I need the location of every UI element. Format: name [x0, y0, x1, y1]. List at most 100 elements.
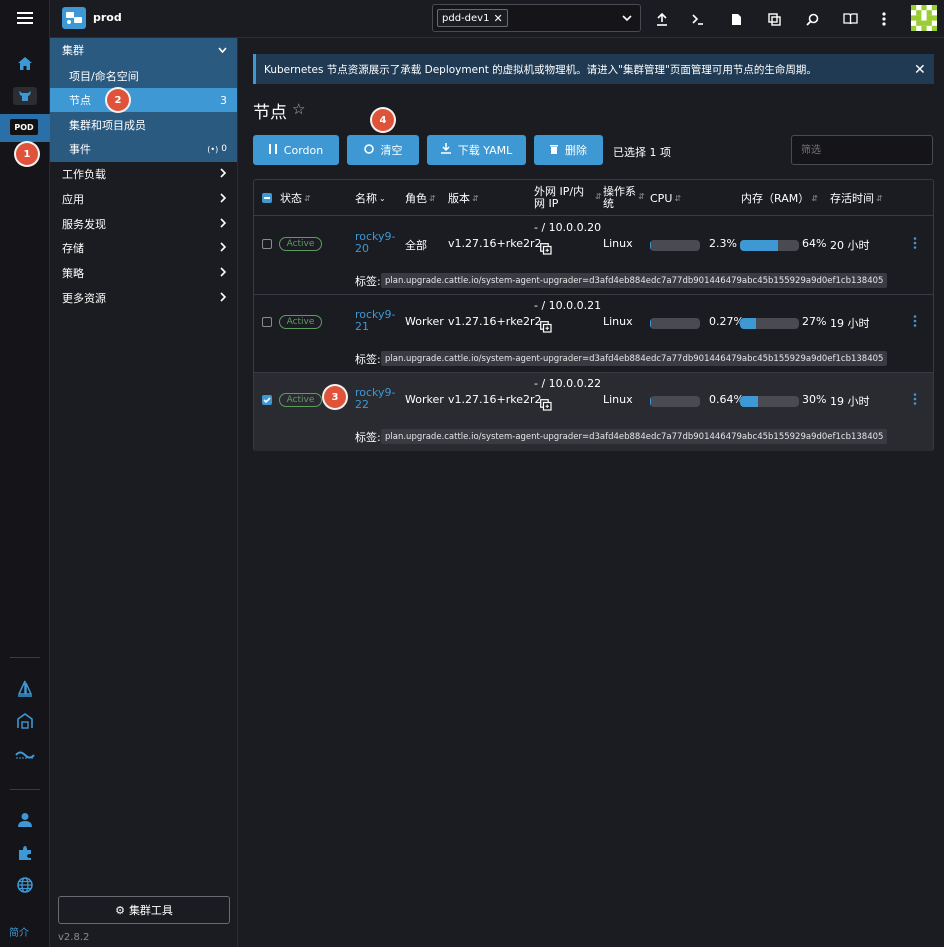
- nav-group-storage[interactable]: 存储: [50, 236, 237, 260]
- cluster-icon[interactable]: [0, 82, 50, 110]
- column-header-name[interactable]: 名称 ⌄: [355, 180, 386, 216]
- fleet-icon[interactable]: [0, 741, 50, 769]
- select-all-checkbox[interactable]: [262, 193, 272, 203]
- node-name-link[interactable]: rocky9- 22: [355, 387, 396, 411]
- nav-group-cluster[interactable]: 集群: [50, 38, 237, 62]
- namespace-filter[interactable]: pdd-dev1 ✕: [432, 4, 641, 32]
- row-actions-icon[interactable]: [913, 393, 917, 408]
- gear-icon: ⚙: [115, 903, 125, 917]
- cluster-name: prod: [93, 11, 122, 24]
- nav-group-label: 策略: [62, 267, 84, 280]
- nav-group-label: 工作负载: [62, 168, 106, 181]
- marker-4: 4: [372, 109, 394, 131]
- copy-kubeconfig-icon[interactable]: [761, 6, 787, 32]
- ram-usage-bar: [740, 240, 799, 251]
- table-row[interactable]: Active rocky9- 21 Worker v1.27.16+rke2r2 - / …: [254, 295, 933, 373]
- cpu-usage-text: 2.3%: [709, 237, 737, 250]
- sidebar-item-projects-namespaces[interactable]: 项目/命名空间: [50, 64, 237, 88]
- copy-icon[interactable]: [540, 399, 552, 414]
- sidebar-item-nodes[interactable]: 节点 3: [50, 88, 237, 112]
- nav-group-apps[interactable]: 应用: [50, 187, 237, 211]
- sort-icon: ⇵: [638, 192, 645, 201]
- column-header-label: CPU: [650, 191, 673, 205]
- column-header-age[interactable]: 存活时间 ⇵: [830, 180, 883, 216]
- nodes-table: 状态 ⇵ 名称 ⌄ 角色 ⇵ 版本 ⇵ 外网 IP/内 网 IP ⇵ 操作系 统 ⇵ C…: [253, 179, 934, 451]
- ip-cell: - / 10.0.0.20: [534, 221, 602, 234]
- row-checkbox[interactable]: [262, 395, 272, 405]
- column-header-cpu[interactable]: CPU ⇵: [650, 180, 681, 216]
- sidebar-item-label: 项目/命名空间: [69, 70, 139, 83]
- drain-button[interactable]: 清空: [347, 135, 419, 165]
- column-header-ip[interactable]: 外网 IP/内 网 IP: [534, 180, 584, 216]
- column-header-status[interactable]: 状态 ⇵: [280, 180, 311, 216]
- events-icon: (•): [207, 144, 219, 154]
- globe-icon[interactable]: [0, 871, 50, 899]
- version-cell: v1.27.16+rke2r2: [448, 315, 542, 328]
- download-label: 下载 YAML: [457, 144, 513, 157]
- user-icon[interactable]: [0, 806, 50, 834]
- cpu-usage-bar: [650, 240, 700, 251]
- kubeconfig-file-icon[interactable]: [723, 6, 749, 32]
- star-icon[interactable]: ☆: [292, 100, 305, 118]
- role-cell: 全部: [405, 239, 427, 252]
- copy-icon[interactable]: [540, 321, 552, 336]
- download-yaml-button[interactable]: 下载 YAML: [427, 135, 526, 165]
- delete-button[interactable]: 删除: [534, 135, 603, 165]
- row-actions-icon[interactable]: [913, 237, 917, 252]
- sidebar-item-label: 节点: [69, 94, 91, 107]
- sidebar-item-members[interactable]: 集群和项目成员: [50, 113, 237, 137]
- os-cell: Linux: [603, 393, 633, 406]
- search-icon[interactable]: [799, 6, 825, 32]
- book-icon[interactable]: [837, 6, 863, 32]
- nav-group-service-discovery[interactable]: 服务发现: [50, 212, 237, 236]
- column-header-version[interactable]: 版本 ⇵: [448, 180, 479, 216]
- upload-icon[interactable]: [649, 6, 675, 32]
- drain-label: 清空: [380, 144, 403, 157]
- column-header-label: 状态: [280, 192, 302, 205]
- close-icon[interactable]: ✕: [914, 62, 926, 78]
- column-header-os[interactable]: 操作系 统: [603, 180, 636, 216]
- menu-icon[interactable]: [0, 4, 50, 32]
- nav-group-policy[interactable]: 策略: [50, 261, 237, 285]
- cluster-badge-icon: [62, 7, 86, 29]
- avatar[interactable]: [911, 5, 937, 31]
- chevron-down-icon[interactable]: [622, 12, 632, 25]
- ram-usage-bar: [740, 396, 799, 407]
- sort-icon: ⇵: [304, 193, 311, 203]
- nav-group-more-resources[interactable]: 更多资源: [50, 286, 237, 310]
- node-name-link[interactable]: rocky9- 21: [355, 309, 396, 333]
- trash-icon: [550, 144, 558, 157]
- column-header-role[interactable]: 角色 ⇵: [405, 180, 436, 216]
- copy-icon[interactable]: [540, 243, 552, 258]
- ip-cell: - / 10.0.0.21: [534, 299, 602, 312]
- shell-icon[interactable]: [685, 6, 711, 32]
- home-icon[interactable]: [0, 49, 50, 77]
- role-cell: Worker: [405, 393, 444, 406]
- sidebar-item-count: 0: [221, 144, 227, 154]
- warehouse-icon[interactable]: [0, 707, 50, 735]
- sailboat-icon[interactable]: [0, 675, 50, 703]
- sort-icon: ⇵: [429, 193, 436, 203]
- row-actions-icon[interactable]: [913, 315, 917, 330]
- filter-input[interactable]: [791, 135, 933, 165]
- row-checkbox[interactable]: [262, 317, 272, 327]
- table-row[interactable]: Active rocky9- 22 Worker v1.27.16+rke2r2 - / …: [254, 373, 933, 451]
- cordon-button[interactable]: Cordon: [253, 135, 339, 165]
- sidebar-item-events[interactable]: 事件 (•) 0: [50, 137, 237, 161]
- about-link[interactable]: 简介: [9, 924, 29, 939]
- pause-icon: [268, 143, 277, 157]
- table-row[interactable]: Active rocky9- 20 全部 v1.27.16+rke2r2 - / 10.0…: [254, 217, 933, 295]
- cpu-usage-text: 0.64%: [709, 393, 744, 406]
- cluster-tools-button[interactable]: ⚙ 集群工具: [58, 896, 230, 924]
- extension-icon[interactable]: [0, 839, 50, 867]
- remove-chip-icon[interactable]: ✕: [493, 12, 502, 25]
- ram-usage-text: 64%: [802, 237, 827, 250]
- delete-label: 删除: [565, 144, 587, 157]
- nav-group-workloads[interactable]: 工作负载: [50, 162, 237, 186]
- more-vertical-icon[interactable]: [871, 6, 897, 32]
- page-title: 节点: [253, 103, 287, 123]
- pod-cluster-tile[interactable]: POD: [0, 114, 50, 142]
- node-name-link[interactable]: rocky9- 20: [355, 231, 396, 255]
- column-header-ram[interactable]: 内存（RAM） ⇵: [741, 180, 818, 216]
- row-checkbox[interactable]: [262, 239, 272, 249]
